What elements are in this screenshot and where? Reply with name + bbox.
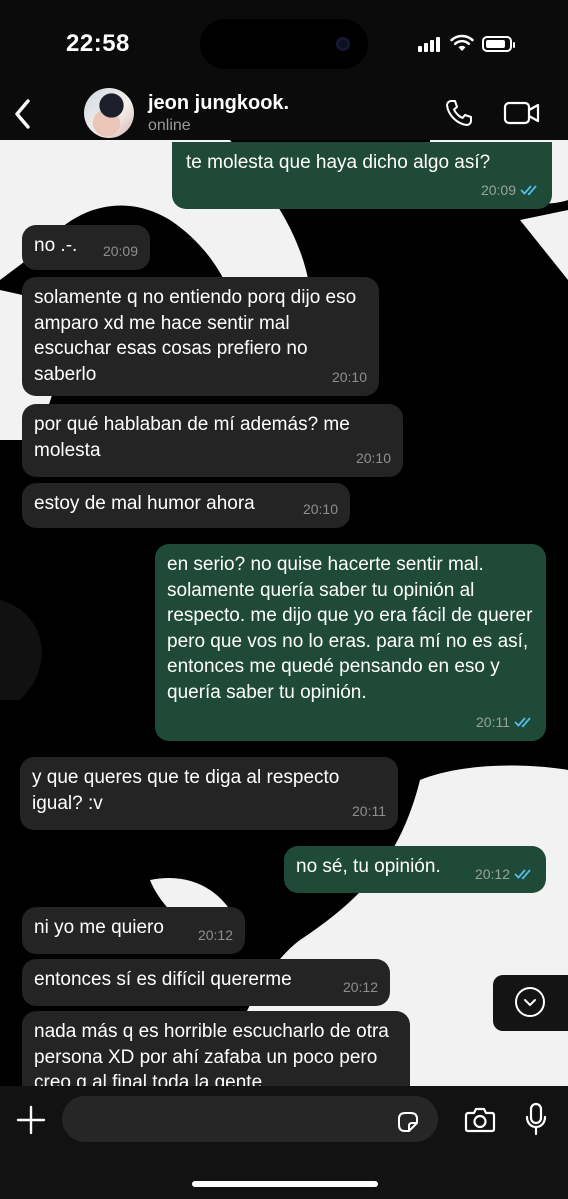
home-indicator [192,1181,378,1187]
signal-icon [418,36,444,52]
battery-icon [482,36,515,52]
message-time: 20:10 [331,368,367,385]
message-text: solamente q no entiendo porq dijo eso am… [34,287,357,385]
contact-status: online [148,117,191,134]
message-bubble-incoming[interactable]: y que queres que te diga al respecto igu… [20,757,398,830]
message-meta: 20:10 [303,497,338,523]
scroll-to-bottom-button[interactable] [493,975,568,1031]
message-text: y que queres que te diga al respecto igu… [32,767,340,814]
camera-icon[interactable] [464,1106,496,1134]
message-bubble-incoming[interactable]: por qué hablaban de mí además? me molest… [22,404,403,477]
message-bubble-incoming[interactable]: ni yo me quiero 20:12 [22,907,245,954]
message-time: 20:11 [476,713,510,730]
message-bubble-outgoing[interactable]: te molesta que haya dicho algo así? 20:0… [172,142,552,209]
message-time: 20:12 [342,978,378,995]
composer-bar [0,1086,568,1199]
read-ticks-icon [514,717,531,728]
read-ticks-icon [520,185,537,196]
back-icon[interactable] [10,96,38,132]
message-text: entonces sí es difícil quererme [34,969,292,990]
read-ticks-icon [514,869,531,880]
contact-avatar[interactable] [84,88,134,138]
front-camera-icon [336,37,350,51]
message-bubble-incoming[interactable]: solamente q no entiendo porq dijo eso am… [22,277,379,396]
dynamic-island [200,19,368,69]
message-bubble-incoming[interactable]: entonces sí es difícil quererme 20:12 [22,959,390,1006]
message-time: 20:09 [102,242,138,259]
plus-icon[interactable] [16,1105,46,1135]
message-text: estoy de mal humor ahora [34,493,255,514]
message-meta: 20:09 [481,178,540,204]
video-icon[interactable] [503,100,541,126]
chat-header: jeon jungkook. online [0,88,568,140]
message-bubble-incoming[interactable]: estoy de mal humor ahora 20:10 [22,483,350,528]
message-text: en serio? no quise hacerte sentir mal. s… [167,554,533,703]
message-meta: 20:10 [356,446,391,472]
phone-icon[interactable] [444,98,474,128]
mic-icon[interactable] [524,1102,548,1136]
message-meta: 20:11 [352,799,386,825]
message-meta: 20:10 [332,365,367,391]
message-input[interactable] [62,1096,438,1142]
status-time: 22:58 [66,30,130,57]
message-text: por qué hablaban de mí además? me molest… [34,414,350,461]
message-meta: 20:11 [476,710,534,736]
message-time: 20:09 [480,181,516,198]
message-bubble-incoming[interactable]: no .-. 20:09 [22,225,150,270]
message-bubble-outgoing[interactable]: no sé, tu opinión. 20:12 [284,846,546,893]
sticker-icon[interactable] [396,1110,420,1134]
chevron-down-icon [515,987,545,1017]
message-meta: 20:12 [475,862,534,888]
message-meta: 20:09 [103,239,138,265]
message-bubble-outgoing[interactable]: en serio? no quise hacerte sentir mal. s… [155,544,546,741]
message-time: 20:11 [352,802,386,819]
message-time: 20:12 [474,865,510,882]
message-meta: 20:12 [343,975,378,1001]
status-bar: 22:58 [0,0,568,88]
wifi-icon [450,34,474,51]
message-meta: 20:12 [198,923,233,949]
message-time: 20:10 [302,500,338,517]
message-time: 20:10 [355,449,391,466]
message-time: 20:12 [197,926,233,943]
message-text: nada más q es horrible escucharlo de otr… [34,1021,389,1093]
message-text: te molesta que haya dicho algo así? [186,152,491,173]
contact-name[interactable]: jeon jungkook. [148,92,289,115]
battery-level [486,40,505,48]
